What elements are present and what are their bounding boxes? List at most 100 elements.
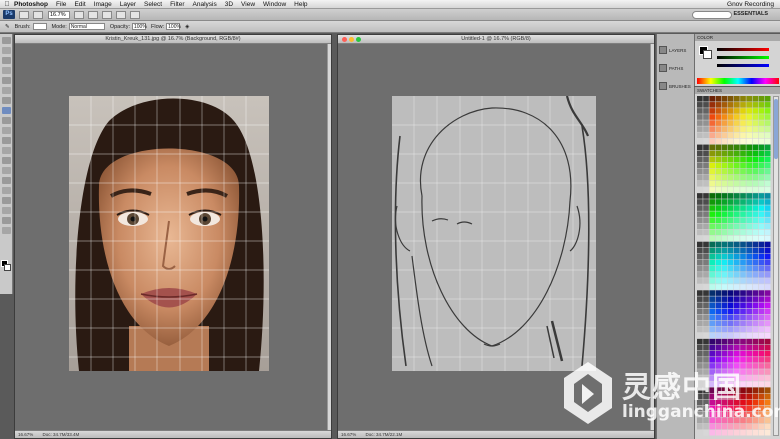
swatch-cell[interactable] xyxy=(703,344,709,351)
swatch-cell[interactable] xyxy=(709,332,715,339)
swatch-cell[interactable] xyxy=(734,114,740,120)
swatch-cell[interactable] xyxy=(727,150,734,157)
swatch-cell[interactable] xyxy=(697,259,703,266)
view-extras-button[interactable] xyxy=(33,10,43,19)
swatch-cell[interactable] xyxy=(703,241,709,248)
arrange-documents-button[interactable] xyxy=(116,10,126,19)
zoom-readout-sketch[interactable]: 16.67% xyxy=(341,432,356,437)
swatch-cell[interactable] xyxy=(746,150,752,157)
swatch-cell[interactable] xyxy=(740,241,746,248)
swatch-cell[interactable] xyxy=(703,332,709,339)
swatch-cell[interactable] xyxy=(727,344,734,351)
swatch-cell[interactable] xyxy=(697,181,703,187)
swatch-cell[interactable] xyxy=(758,126,765,132)
swatch-cell[interactable] xyxy=(764,193,771,199)
swatch-cell[interactable] xyxy=(715,193,722,199)
swatch-cell[interactable] xyxy=(746,235,752,242)
swatch-cell[interactable] xyxy=(697,156,703,163)
swatch-cell[interactable] xyxy=(727,314,734,321)
swatch-cell[interactable] xyxy=(752,211,759,217)
swatch-cell[interactable] xyxy=(703,338,709,345)
swatch-cell[interactable] xyxy=(764,211,771,217)
swatch-cell[interactable] xyxy=(752,150,759,157)
swatch-cell[interactable] xyxy=(697,205,703,211)
swatch-cell[interactable] xyxy=(758,326,765,333)
swatch-cell[interactable] xyxy=(703,132,709,138)
swatch-cell[interactable] xyxy=(740,253,746,260)
menu-image[interactable]: Image xyxy=(94,0,112,9)
swatch-cell[interactable] xyxy=(740,259,746,266)
swatch-cell[interactable] xyxy=(709,138,715,145)
sketch-canvas[interactable] xyxy=(392,96,596,371)
swatch-cell[interactable] xyxy=(709,235,715,242)
swatch-cell[interactable] xyxy=(727,332,734,339)
swatch-cell[interactable] xyxy=(740,126,746,132)
swatch-cell[interactable] xyxy=(715,120,722,126)
swatch-cell[interactable] xyxy=(764,344,771,351)
swatch-cell[interactable] xyxy=(721,132,728,138)
swatch-cell[interactable] xyxy=(764,290,771,296)
swatch-cell[interactable] xyxy=(727,211,734,217)
swatch-cell[interactable] xyxy=(740,235,746,242)
swatch-cell[interactable] xyxy=(709,162,715,169)
swatch-cell[interactable] xyxy=(709,114,715,120)
swatch-cell[interactable] xyxy=(740,174,746,181)
swatch-cell[interactable] xyxy=(746,278,752,284)
workspace-switcher[interactable]: ESSENTIALS xyxy=(733,11,768,17)
healing-brush-tool-icon[interactable] xyxy=(2,97,11,104)
swatch-cell[interactable] xyxy=(740,108,746,114)
swatch-cell[interactable] xyxy=(740,150,746,157)
swatch-cell[interactable] xyxy=(709,193,715,199)
swatch-cell[interactable] xyxy=(709,126,715,132)
swatch-cell[interactable] xyxy=(758,187,765,193)
swatch-cell[interactable] xyxy=(703,247,709,254)
swatch-cell[interactable] xyxy=(752,247,759,254)
zoom-readout-photo[interactable]: 16.67% xyxy=(18,432,33,437)
swatch-cell[interactable] xyxy=(746,187,752,193)
swatch-cell[interactable] xyxy=(734,108,740,114)
swatch-cell[interactable] xyxy=(740,211,746,217)
swatch-cell[interactable] xyxy=(758,205,765,211)
hand-tool-button[interactable] xyxy=(74,10,84,19)
swatch-cell[interactable] xyxy=(734,229,740,236)
swatch-cell[interactable] xyxy=(758,181,765,187)
swatch-cell[interactable] xyxy=(727,266,734,272)
swatch-cell[interactable] xyxy=(715,332,722,339)
swatch-cell[interactable] xyxy=(715,338,722,345)
swatch-cell[interactable] xyxy=(746,144,752,151)
swatch-cell[interactable] xyxy=(697,296,703,302)
swatch-cell[interactable] xyxy=(703,150,709,157)
swatch-cell[interactable] xyxy=(752,217,759,223)
swatch-cell[interactable] xyxy=(740,266,746,272)
swatch-cell[interactable] xyxy=(764,114,771,120)
swatch-cell[interactable] xyxy=(752,296,759,302)
swatch-cell[interactable] xyxy=(721,241,728,248)
swatch-cell[interactable] xyxy=(715,150,722,157)
swatch-cell[interactable] xyxy=(721,223,728,230)
swatch-cell[interactable] xyxy=(746,332,752,339)
swatch-cell[interactable] xyxy=(764,320,771,327)
swatch-cell[interactable] xyxy=(764,363,771,369)
swatch-cell[interactable] xyxy=(715,108,722,114)
swatch-cell[interactable] xyxy=(709,174,715,181)
swatch-cell[interactable] xyxy=(752,138,759,145)
swatch-cell[interactable] xyxy=(721,296,728,302)
swatch-cell[interactable] xyxy=(734,138,740,145)
swatch-cell[interactable] xyxy=(764,174,771,181)
swatch-cell[interactable] xyxy=(758,314,765,321)
swatch-cell[interactable] xyxy=(703,205,709,211)
swatch-cell[interactable] xyxy=(734,266,740,272)
menu-3d[interactable]: 3D xyxy=(225,0,233,9)
swatch-cell[interactable] xyxy=(721,272,728,278)
brush-preset-icon[interactable]: ✎ xyxy=(5,24,10,30)
swatch-cell[interactable] xyxy=(764,357,771,363)
swatch-cell[interactable] xyxy=(758,393,765,400)
swatch-cell[interactable] xyxy=(734,278,740,284)
swatch-cell[interactable] xyxy=(764,217,771,223)
eraser-tool-icon[interactable] xyxy=(2,137,11,144)
swatch-cell[interactable] xyxy=(734,290,740,296)
swatch-cell[interactable] xyxy=(721,114,728,120)
swatch-cell[interactable] xyxy=(752,144,759,151)
swatch-cell[interactable] xyxy=(746,168,752,175)
swatch-cell[interactable] xyxy=(703,162,709,169)
